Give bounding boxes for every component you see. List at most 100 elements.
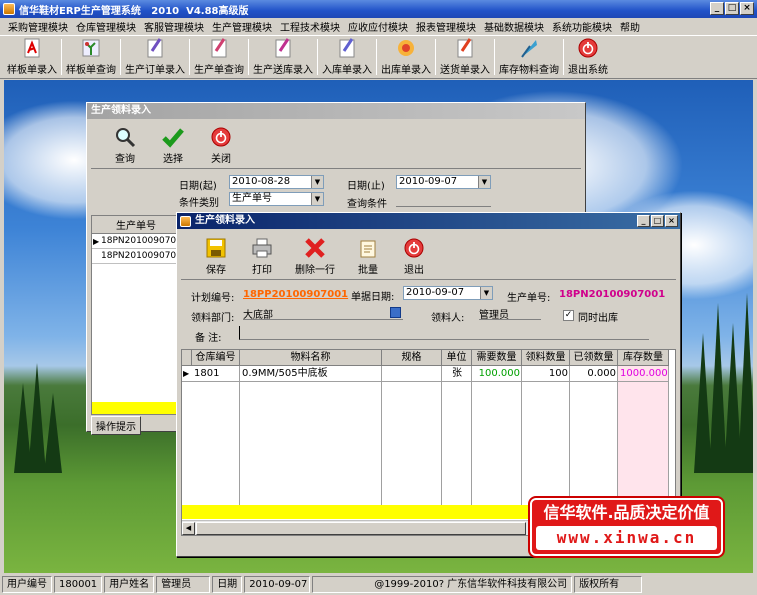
tree — [694, 333, 712, 473]
menu-reports[interactable]: 报表管理模块 — [412, 19, 480, 34]
toolbar-order-entry-button[interactable]: 生产订单录入 — [122, 36, 188, 78]
dropdown-arrow-icon[interactable]: ▼ — [480, 287, 492, 299]
row-indicator-header — [182, 350, 192, 366]
dropdown-arrow-icon[interactable]: ▼ — [478, 176, 490, 188]
date-to-label: 日期(止) — [347, 181, 385, 192]
date-from-combo[interactable]: 2010-08-28 ▼ — [229, 175, 324, 189]
minimize-button[interactable]: _ — [637, 215, 650, 227]
col-stock-header[interactable]: 库存数量 — [618, 350, 669, 366]
close-window-button[interactable]: 关闭 — [197, 121, 245, 167]
remark-label: 备 注: — [195, 333, 222, 344]
entry-form: 计划编号: 18PP20100907001 单据日期: 2010-09-07 ▼ … — [181, 283, 676, 349]
doc-date-combo[interactable]: 2010-09-07 ▼ — [403, 286, 493, 300]
col-spec-header[interactable]: 规格 — [382, 350, 442, 366]
plan-no-value[interactable]: 18PP20100907001 — [243, 289, 348, 300]
table-row[interactable]: ▶ 18PN20100907001 — [92, 234, 188, 249]
menu-accounts[interactable]: 应收应付模块 — [344, 19, 412, 34]
cell-warehouse[interactable]: 1801 — [192, 366, 240, 382]
table-row[interactable]: 18PN20100907002 — [92, 249, 188, 264]
dropdown-arrow-icon[interactable]: ▼ — [311, 193, 323, 205]
col-take-header[interactable]: 领料数量 — [522, 350, 570, 366]
toolbar-shipping-entry-button[interactable]: 送货单录入 — [437, 36, 493, 78]
same-time-label: 同时出库 — [578, 313, 618, 324]
picker-field[interactable]: 管理员 — [479, 306, 541, 321]
exit-button[interactable]: 退出 — [391, 232, 437, 278]
menu-bar: 采购管理模块 仓库管理模块 客服管理模块 生产管理模块 工程技术模块 应收应付模… — [0, 18, 757, 35]
toolbar-order-query-button[interactable]: 生产单查询 — [191, 36, 247, 78]
col-warehouse-header[interactable]: 仓库编号 — [192, 350, 240, 366]
col-material-header[interactable]: 物料名称 — [240, 350, 382, 366]
maximize-button[interactable]: □ — [725, 2, 739, 15]
save-button[interactable]: 保存 — [193, 232, 239, 278]
grid-header-prod-no: 生产单号 — [92, 216, 182, 234]
status-user-id: 180001 — [54, 575, 103, 593]
menu-purchase[interactable]: 采购管理模块 — [4, 19, 72, 34]
toolbar-separator — [248, 39, 249, 75]
picker-label: 领料人: — [431, 313, 465, 324]
menu-customer[interactable]: 客服管理模块 — [140, 19, 208, 34]
menu-engineering[interactable]: 工程技术模块 — [276, 19, 344, 34]
pen-document-icon — [453, 37, 477, 59]
cell-material[interactable]: 0.9MM/505中底板 — [240, 366, 382, 382]
window-controls: _ □ × — [710, 2, 754, 15]
batch-button[interactable]: 批量 — [345, 232, 391, 278]
close-button[interactable]: × — [665, 215, 678, 227]
condition-type-combo[interactable]: 生产单号 ▼ — [229, 192, 324, 206]
dept-field[interactable]: 大底部 — [243, 306, 403, 321]
minimize-button[interactable]: _ — [710, 2, 724, 15]
window-icon — [180, 215, 191, 227]
tree — [44, 393, 62, 473]
checkmark-icon — [161, 126, 185, 148]
toolbar-separator — [120, 39, 121, 75]
toolbar-stockout-entry-button[interactable]: 出库单录入 — [378, 36, 434, 78]
app-titlebar: 信华鞋材ERP生产管理系统 2010 V4.88高级版 _ □ × — [0, 0, 757, 18]
menu-warehouse[interactable]: 仓库管理模块 — [72, 19, 140, 34]
scroll-left-icon[interactable]: ◀ — [182, 522, 195, 535]
toolbar-stockin-entry-button[interactable]: 入库单录入 — [319, 36, 375, 78]
menu-help[interactable]: 帮助 — [616, 19, 644, 34]
dropdown-arrow-icon[interactable]: ▼ — [311, 176, 323, 188]
cell-spec[interactable] — [382, 366, 442, 382]
date-from-label: 日期(起) — [179, 181, 217, 192]
menu-production[interactable]: 生产管理模块 — [208, 19, 276, 34]
condition-input[interactable] — [396, 193, 491, 207]
cell-need[interactable]: 100.000 — [472, 366, 522, 382]
cell-stock[interactable]: 1000.000 — [618, 366, 669, 382]
lookup-icon[interactable] — [390, 307, 401, 318]
banner-slogan: 信华软件.品质决定价值 — [543, 503, 710, 522]
cell-taken[interactable]: 0.000 — [570, 366, 618, 382]
pen-document-icon — [207, 37, 231, 59]
grid-footer — [92, 402, 182, 414]
query-button[interactable]: 查询 — [101, 121, 149, 167]
scroll-thumb[interactable] — [196, 522, 526, 535]
pen-document-icon — [271, 37, 295, 59]
toolbar-exit-button[interactable]: 退出系统 — [565, 36, 611, 78]
tab-hints[interactable]: 操作提示 — [91, 416, 141, 435]
pen-document-icon — [143, 37, 167, 59]
date-to-combo[interactable]: 2010-09-07 ▼ — [396, 175, 491, 189]
toolbar-sample-entry-button[interactable]: 样板单录入 — [4, 36, 60, 78]
col-need-header[interactable]: 需要数量 — [472, 350, 522, 366]
delete-row-button[interactable]: 删除一行 — [285, 232, 345, 278]
maximize-button[interactable]: □ — [651, 215, 664, 227]
col-unit-header[interactable]: 单位 — [442, 350, 472, 366]
app-logo-icon — [3, 3, 15, 15]
menu-system[interactable]: 系统功能模块 — [548, 19, 616, 34]
query-grid: 生产单号 ▶ 18PN20100907001 18PN20100907002 — [91, 215, 188, 415]
toolbar-separator — [376, 39, 377, 75]
print-button[interactable]: 打印 — [239, 232, 285, 278]
toolbar-delivery-entry-button[interactable]: 生产送库录入 — [250, 36, 316, 78]
col-taken-header[interactable]: 已领数量 — [570, 350, 618, 366]
remark-input[interactable] — [239, 326, 649, 340]
same-time-checkbox[interactable]: ✓ — [563, 310, 574, 321]
toolbar-inventory-query-button[interactable]: 库存物料查询 — [496, 36, 562, 78]
power-icon — [402, 237, 426, 259]
toolbar-sample-query-button[interactable]: 样板单查询 — [63, 36, 119, 78]
select-button[interactable]: 选择 — [149, 121, 197, 167]
status-user-name-label: 用户姓名 — [104, 575, 155, 593]
close-button[interactable]: × — [740, 2, 754, 15]
power-icon — [209, 126, 233, 148]
cell-unit[interactable]: 张 — [442, 366, 472, 382]
cell-take[interactable]: 100 — [522, 366, 570, 382]
menu-basedata[interactable]: 基础数据模块 — [480, 19, 548, 34]
